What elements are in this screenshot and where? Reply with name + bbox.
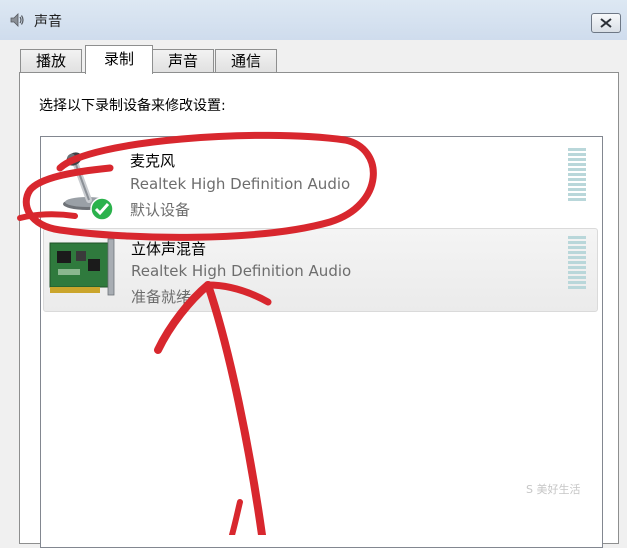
- meter-bar: [568, 198, 586, 201]
- meter-bar: [568, 236, 586, 239]
- meter-bar: [568, 173, 586, 176]
- meter-bar: [568, 163, 586, 166]
- tab-playback[interactable]: 播放: [20, 49, 82, 73]
- meter-bar: [568, 148, 586, 151]
- device-status: 准备就绪: [131, 288, 192, 306]
- meter-bar: [568, 256, 586, 259]
- meter-bar: [568, 178, 586, 181]
- meter-bar: [568, 276, 586, 279]
- device-driver: Realtek High Definition Audio: [130, 175, 351, 193]
- meter-bar: [568, 271, 586, 274]
- close-button[interactable]: [591, 13, 621, 33]
- default-check-icon: [90, 197, 114, 221]
- meter-bar: [568, 246, 586, 249]
- title-bar: 声音: [0, 0, 627, 40]
- meter-bar: [568, 188, 586, 191]
- meter-bar: [568, 261, 586, 264]
- instruction-text: 选择以下录制设备来修改设置:: [39, 98, 226, 114]
- meter-bar: [568, 266, 586, 269]
- meter-bar: [568, 251, 586, 254]
- device-name: 麦克风: [130, 152, 176, 170]
- device-item-stereo-mix[interactable]: 立体声混音 Realtek High Definition Audio 准备就绪: [43, 228, 598, 312]
- tab-recording[interactable]: 录制: [85, 45, 153, 74]
- sound-card-icon: [49, 238, 115, 296]
- watermark: S 美好生活: [526, 483, 581, 496]
- tab-sounds[interactable]: 声音: [152, 49, 214, 73]
- close-icon: [600, 18, 612, 28]
- level-meter: [568, 148, 586, 204]
- tab-communications[interactable]: 通信: [215, 49, 277, 73]
- meter-bar: [568, 241, 586, 244]
- tab-strip: 播放 录制 声音 通信: [0, 40, 627, 74]
- meter-bar: [568, 281, 586, 284]
- meter-bar: [568, 168, 586, 171]
- device-list[interactable]: 麦克风 Realtek High Definition Audio 默认设备 立…: [40, 136, 603, 548]
- window-title: 声音: [34, 14, 62, 30]
- meter-bar: [568, 193, 586, 196]
- meter-bar: [568, 286, 586, 289]
- meter-bar: [568, 158, 586, 161]
- device-name: 立体声混音: [131, 240, 207, 258]
- meter-bar: [568, 153, 586, 156]
- level-meter: [568, 236, 586, 292]
- device-item-microphone[interactable]: 麦克风 Realtek High Definition Audio 默认设备: [43, 140, 596, 222]
- meter-bar: [568, 183, 586, 186]
- device-status: 默认设备: [130, 201, 191, 219]
- device-driver: Realtek High Definition Audio: [131, 262, 352, 280]
- speaker-icon: [10, 13, 24, 27]
